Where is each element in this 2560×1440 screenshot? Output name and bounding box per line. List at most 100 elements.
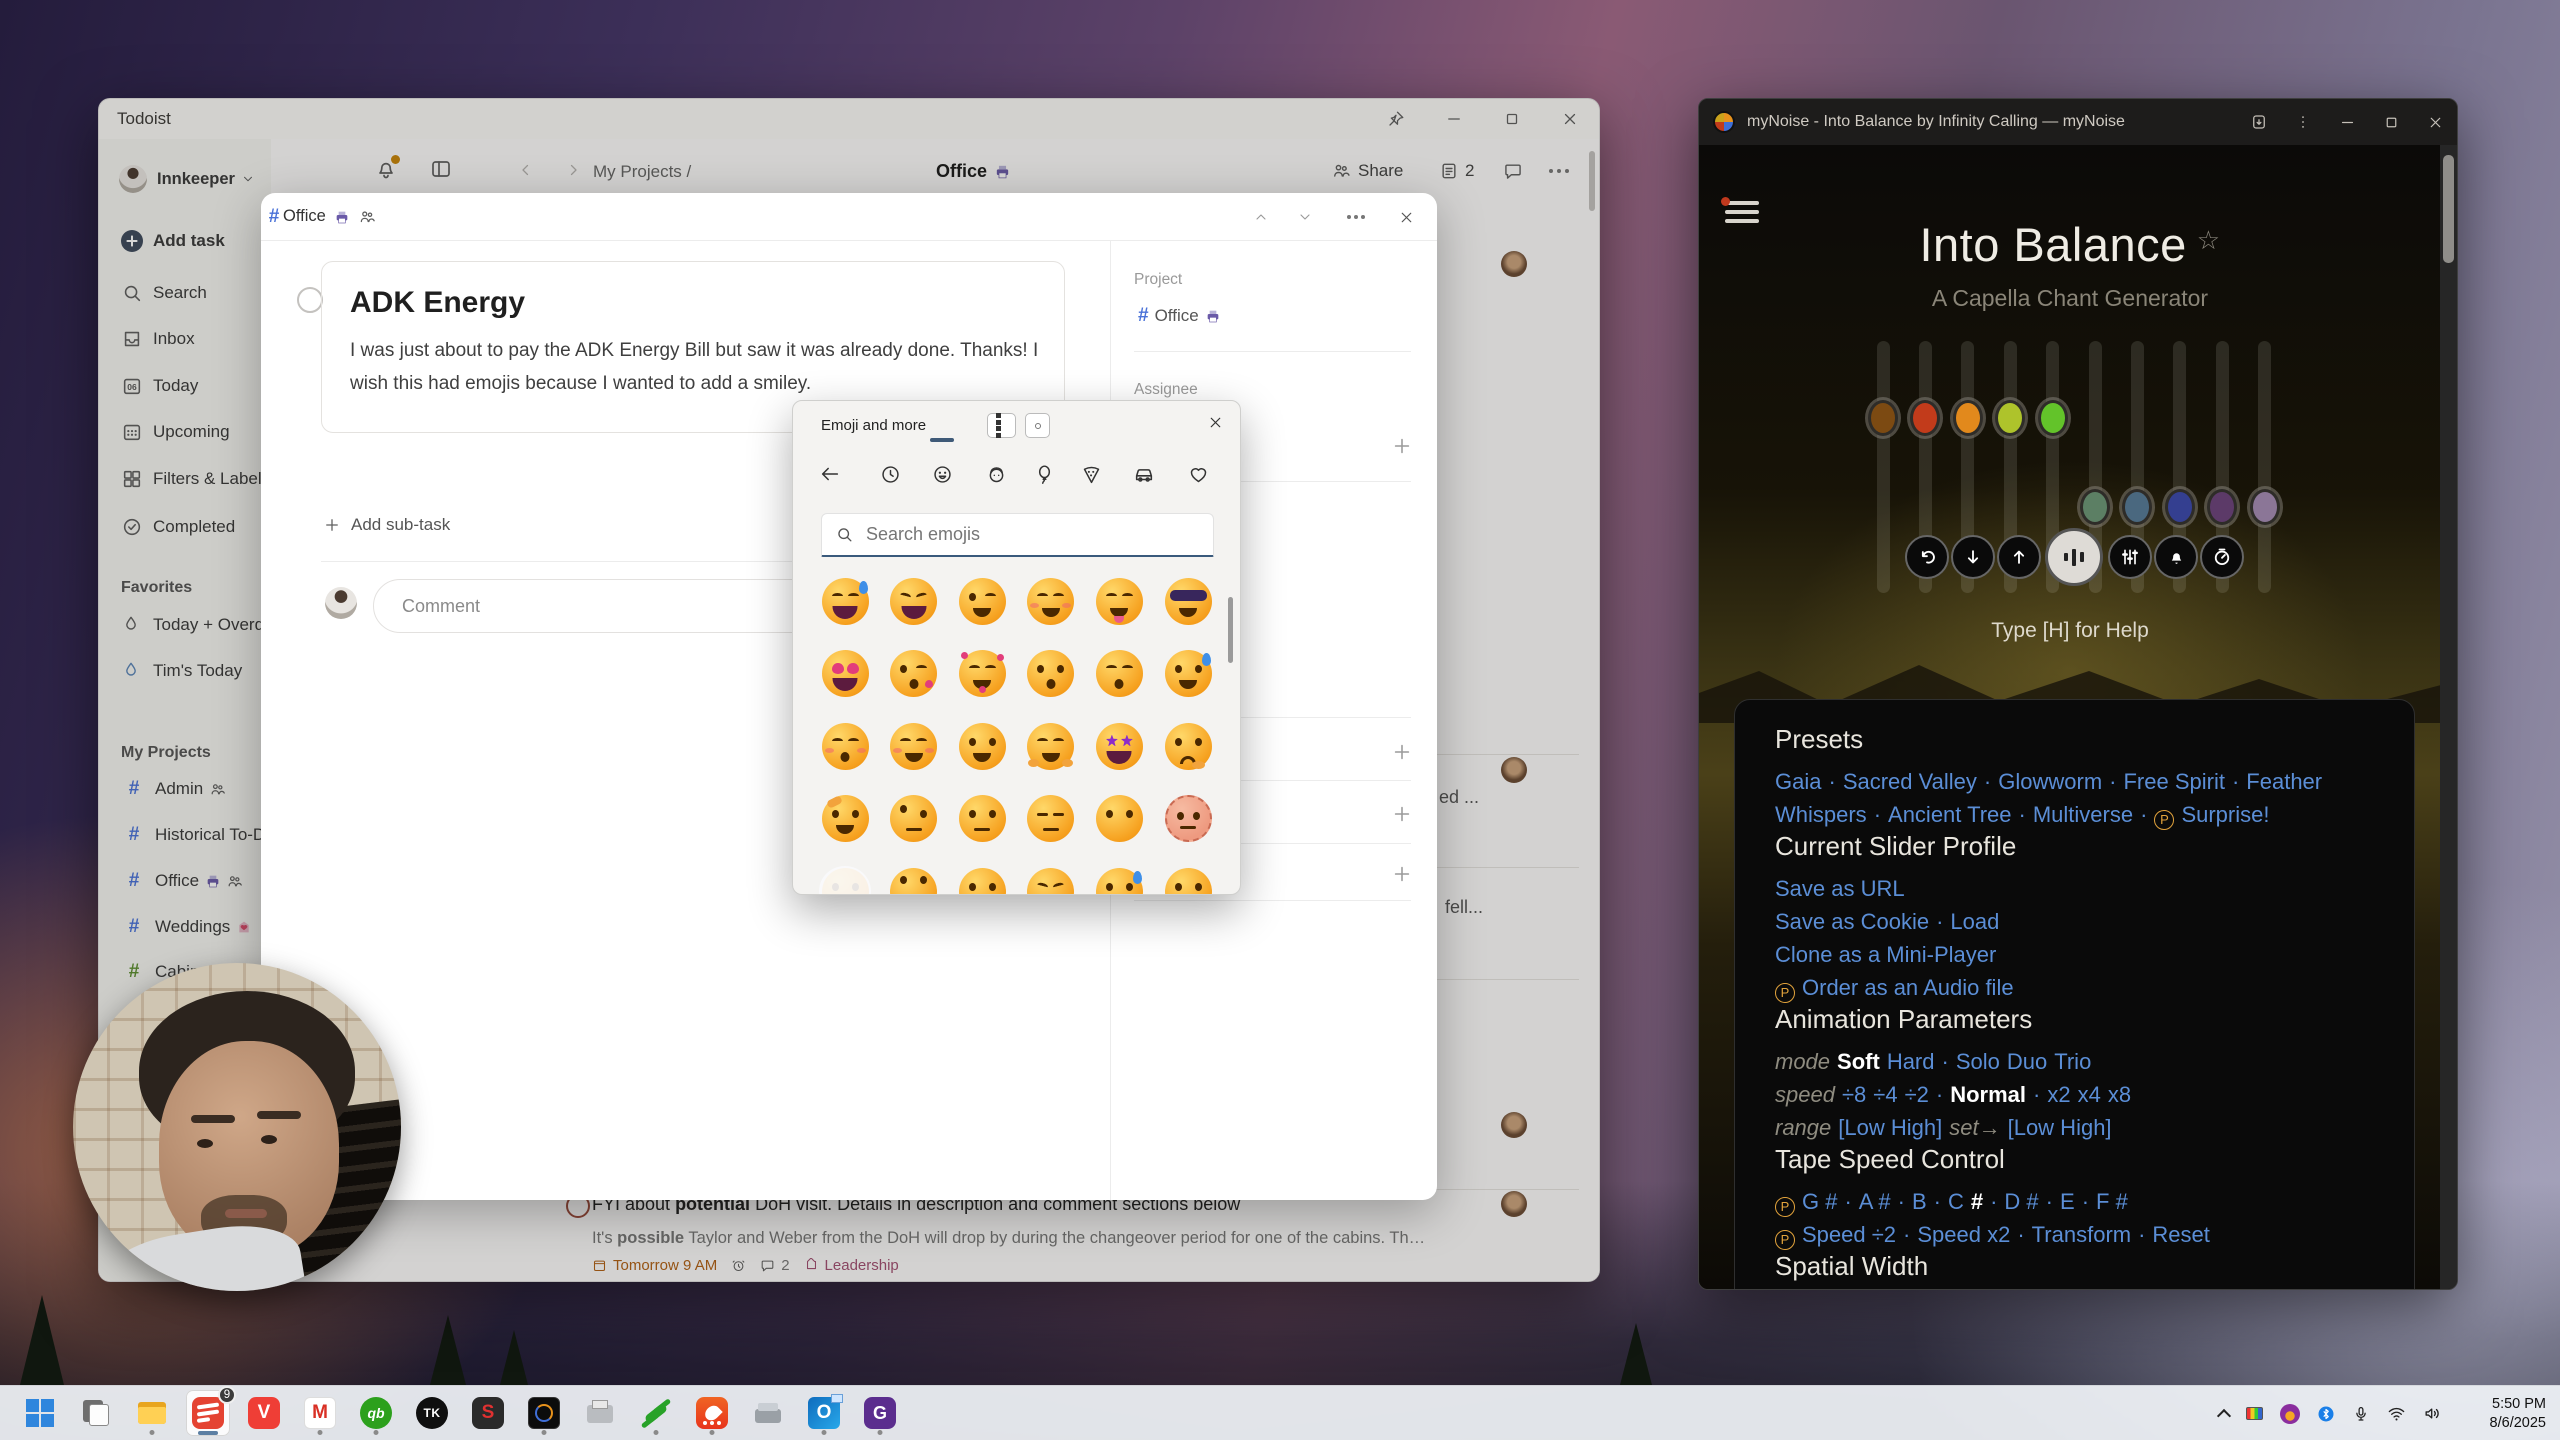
taskbar-gmail[interactable]: M bbox=[298, 1390, 342, 1436]
taskbar-g-app[interactable]: G bbox=[858, 1390, 902, 1436]
panel-link[interactable]: ÷8 bbox=[1842, 1082, 1866, 1107]
menu-kebab-icon[interactable] bbox=[2281, 99, 2325, 145]
close-button[interactable] bbox=[2413, 99, 2457, 145]
taskbar-task-view[interactable] bbox=[74, 1390, 118, 1436]
panel-link[interactable]: D # bbox=[2004, 1189, 2038, 1214]
flame-tray-icon[interactable] bbox=[2280, 1404, 2300, 1424]
app-install-icon[interactable] bbox=[2237, 99, 2281, 145]
emoji-face-with-open-mouth[interactable] bbox=[1160, 863, 1216, 894]
taskbar-vivaldi[interactable]: V bbox=[242, 1390, 286, 1436]
minimize-button[interactable] bbox=[2325, 99, 2369, 145]
volume-down-button[interactable] bbox=[1951, 535, 1995, 579]
side-row-add-button[interactable] bbox=[1391, 803, 1413, 825]
project-selector[interactable]: # Office bbox=[1138, 305, 1221, 327]
emoji-saluting-face[interactable] bbox=[817, 791, 873, 847]
slider-knob[interactable] bbox=[1868, 400, 1898, 436]
emoji-expressionless-face[interactable] bbox=[1023, 791, 1079, 847]
emoji-dotted-line-face[interactable] bbox=[1160, 791, 1216, 847]
emoji-search-input[interactable]: Search emojis bbox=[821, 513, 1214, 557]
bell-button[interactable] bbox=[2154, 535, 2198, 579]
panel-link[interactable]: Speed x2 bbox=[1917, 1222, 2010, 1247]
panel-link[interactable]: C bbox=[1948, 1189, 1964, 1214]
close-dialog-button[interactable] bbox=[1391, 203, 1421, 231]
emoji-winking-face[interactable] bbox=[954, 573, 1010, 629]
wifi-icon[interactable] bbox=[2387, 1404, 2406, 1423]
side-row-add-button[interactable] bbox=[1391, 863, 1413, 885]
recent-emoji-tab[interactable] bbox=[875, 459, 905, 489]
panel-link[interactable]: Multiverse bbox=[2033, 802, 2133, 827]
mixer-button[interactable] bbox=[2108, 535, 2152, 579]
emoji-kissing-face-with-smiling-eyes[interactable] bbox=[1091, 646, 1147, 702]
scrollbar-thumb[interactable] bbox=[2443, 155, 2454, 263]
side-row-add-button[interactable] bbox=[1391, 741, 1413, 763]
emoji-smiling-face-with-tear[interactable] bbox=[1160, 646, 1216, 702]
panel-link[interactable]: F # bbox=[2096, 1189, 2128, 1214]
panel-link[interactable]: G # bbox=[1802, 1189, 1837, 1214]
emoji-smiling-face[interactable] bbox=[886, 718, 942, 774]
emoji-face-blowing-a-kiss[interactable] bbox=[886, 646, 942, 702]
taskbar-mynoise-app[interactable] bbox=[522, 1390, 566, 1436]
emoji-slightly-smiling-face[interactable] bbox=[954, 718, 1010, 774]
bluetooth-icon[interactable] bbox=[2317, 1405, 2335, 1423]
panel-link[interactable]: ÷2 bbox=[1905, 1082, 1929, 1107]
dialog-breadcrumb[interactable]: Office bbox=[283, 207, 326, 226]
emoji-smirking-face[interactable] bbox=[954, 863, 1010, 894]
prev-task-button[interactable] bbox=[1246, 203, 1276, 231]
more-options-icon[interactable] bbox=[1341, 203, 1371, 231]
emoji-face-savoring-food[interactable] bbox=[1091, 573, 1147, 629]
task-checkbox[interactable] bbox=[297, 287, 323, 313]
panel-link[interactable]: Hard bbox=[1887, 1049, 1935, 1074]
slider-knob[interactable] bbox=[1953, 400, 1983, 436]
tray-expand-icon[interactable] bbox=[2217, 1408, 2231, 1422]
emoji-smiling-face-with-open-hands[interactable] bbox=[1023, 718, 1079, 774]
kaomoji-button[interactable] bbox=[1025, 413, 1050, 438]
panel-link[interactable]: Clone as a Mini-Player bbox=[1775, 942, 1996, 967]
taskbar-scanner[interactable] bbox=[746, 1390, 790, 1436]
scrollbar-thumb[interactable] bbox=[1228, 597, 1233, 663]
task-title[interactable]: ADK Energy bbox=[350, 286, 1064, 320]
vehicle-emoji-tab[interactable] bbox=[1129, 459, 1159, 489]
panel-link[interactable]: Gaia bbox=[1775, 769, 1821, 794]
emoji-neutral-face[interactable] bbox=[954, 791, 1010, 847]
emoji-grinning-face-with-sweat[interactable] bbox=[817, 573, 873, 629]
taskbar-todoist[interactable]: 9 bbox=[186, 1390, 230, 1436]
taskbar-tk-app[interactable]: TK bbox=[410, 1390, 454, 1436]
slider-knob[interactable] bbox=[1995, 400, 2025, 436]
panel-link[interactable]: [Low High] bbox=[2008, 1115, 2112, 1140]
slider-knob[interactable] bbox=[2038, 400, 2068, 436]
emoji-star-struck[interactable] bbox=[1091, 718, 1147, 774]
panel-link[interactable]: x8 bbox=[2108, 1082, 2131, 1107]
taskbar-clock[interactable]: 5:50 PM 8/6/2025 bbox=[2490, 1395, 2546, 1433]
taskbar-phone[interactable] bbox=[634, 1390, 678, 1436]
panel-link[interactable]: [Low High] bbox=[1838, 1115, 1942, 1140]
slider-knob[interactable] bbox=[2122, 489, 2152, 525]
panel-link[interactable]: Trio bbox=[2054, 1049, 2091, 1074]
emoji-face-with-raised-eyebrow[interactable] bbox=[886, 791, 942, 847]
emoji-smiling-face-with-smiling-eyes[interactable] bbox=[1023, 573, 1079, 629]
panel-link[interactable]: x2 bbox=[2047, 1082, 2070, 1107]
people-emoji-tab[interactable] bbox=[981, 459, 1011, 489]
taskbar-fax[interactable] bbox=[578, 1390, 622, 1436]
panel-link[interactable]: Sacred Valley bbox=[1843, 769, 1977, 794]
emoji-kissing-face[interactable] bbox=[1023, 646, 1079, 702]
panel-link[interactable]: Transform bbox=[2032, 1222, 2131, 1247]
panel-link[interactable]: Order as an Audio file bbox=[1802, 975, 2014, 1000]
panel-link[interactable]: E bbox=[2060, 1189, 2075, 1214]
taskbar-quickbooks[interactable]: qb bbox=[354, 1390, 398, 1436]
display-app-icon[interactable] bbox=[2246, 1407, 2263, 1420]
taskbar-outlook[interactable]: O bbox=[802, 1390, 846, 1436]
balloon-emoji-tab[interactable] bbox=[1029, 459, 1059, 489]
volume-up-button[interactable] bbox=[1997, 535, 2041, 579]
slider-knob[interactable] bbox=[2207, 489, 2237, 525]
emoji-face-in-clouds[interactable] bbox=[817, 863, 873, 894]
slider-track[interactable] bbox=[2258, 341, 2271, 593]
panel-link[interactable]: Solo bbox=[1956, 1049, 2000, 1074]
emoji-thinking-face[interactable] bbox=[1160, 718, 1216, 774]
panel-link[interactable]: Glowworm bbox=[1998, 769, 2102, 794]
emoji-grid-view-button[interactable] bbox=[987, 413, 1016, 438]
emoji-grinning-squinting-face[interactable] bbox=[886, 573, 942, 629]
speaker-icon[interactable] bbox=[2423, 1404, 2442, 1423]
maximize-button[interactable] bbox=[2369, 99, 2413, 145]
emoji-face-without-mouth[interactable] bbox=[1091, 791, 1147, 847]
emoji-sad-but-relieved-face[interactable] bbox=[1091, 863, 1147, 894]
